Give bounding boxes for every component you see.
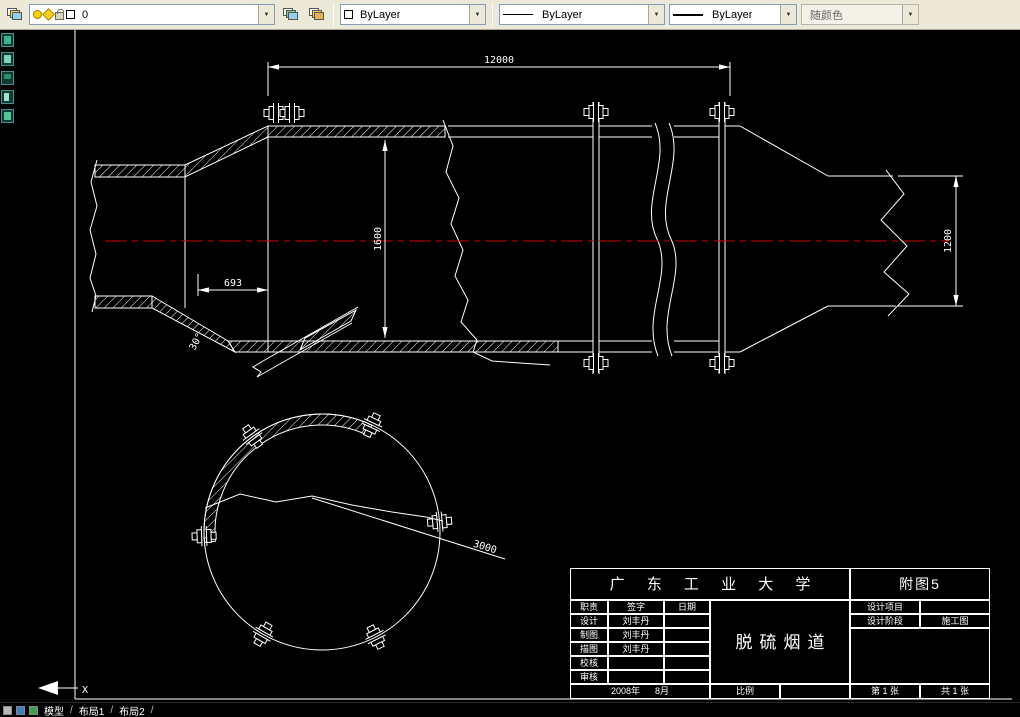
title-block-university: 广 东 工 业 大 学 [570,568,850,600]
sheet-number: 第 1 张 [850,684,920,699]
lineweight-combo[interactable]: ByLayer ▼ [669,4,797,25]
ucs-x-label: X [82,685,88,696]
tab-scroll-icon[interactable] [3,705,12,715]
color-swatch [344,10,353,19]
cone-flange-bolts [263,102,305,124]
layer-lock-icon [55,9,64,20]
layer-properties-icon[interactable] [3,4,25,26]
row-role: 审核 [570,670,608,684]
make-object-layer-current-icon[interactable] [279,4,301,26]
dim-inlet-length: 693 [224,278,242,289]
layout-tab-bar: 模型 / 布局1 / 布局2 / [0,702,1020,717]
toolbar-separator [492,3,493,26]
tab-layout2[interactable]: 布局2 [117,703,147,717]
project-value [920,600,990,614]
sheet-total: 共 1 张 [920,684,990,699]
row-date [664,656,710,670]
layers-back-icon [308,8,324,21]
stage-label: 设计阶段 [850,614,920,628]
row-name [608,670,664,684]
layer-combo-dropdown-arrow[interactable]: ▼ [258,5,274,24]
row-name: 刘丰丹 [608,614,664,628]
plotstyle-value: 随颜色 [810,9,843,22]
lineweight-value: ByLayer [712,8,753,21]
docked-tool-icon[interactable] [1,109,14,123]
flange-joint [709,101,735,374]
layer-previous-icon[interactable] [305,4,327,26]
col-role-header: 职责 [570,600,608,614]
model-space-icon[interactable] [16,705,25,715]
title-block-figure-no: 附图5 [850,568,990,600]
row-date [664,614,710,628]
drawing-canvas[interactable]: 12000 693 1600 1200 30° 3000 X 广 东 工 业 大… [0,30,1020,702]
dim-section-radius: 3000 [472,539,498,557]
layer-name: 0 [82,8,89,21]
dim-total-length: 12000 [484,55,514,66]
paper-space-icon[interactable] [29,705,38,715]
row-role: 描图 [570,642,608,656]
row-date [664,670,710,684]
tab-layout1[interactable]: 布局1 [77,703,107,717]
layer-combo[interactable]: 0 ▼ [29,4,275,25]
scale-label: 比例 [710,684,780,699]
project-label: 设计项目 [850,600,920,614]
layer-color-swatch [66,10,75,19]
row-role: 设计 [570,614,608,628]
row-name: 刘丰丹 [608,642,664,656]
color-combo[interactable]: ByLayer ▼ [340,4,486,25]
docked-tool-icon[interactable] [1,52,14,66]
tab-model[interactable]: 模型 [42,703,66,717]
docked-toolbar [1,33,14,123]
ucs-icon: X [38,681,88,696]
bolt-icon [583,352,609,374]
drawing-title: 脱硫烟道 [710,600,850,684]
stage-value: 施工图 [920,614,990,628]
title-block-date: 2008年 8月 [570,684,710,699]
layers-arrow-icon [282,8,298,21]
plotstyle-combo: 随颜色 ▼ [801,4,919,25]
docked-tool-icon[interactable] [1,33,14,47]
col-sign-header: 签字 [608,600,664,614]
duct-section-view [191,409,453,653]
layer-on-bulb-icon [33,10,42,19]
bolt-icon [709,101,735,123]
row-name [608,656,664,670]
docked-tool-icon[interactable] [1,90,14,104]
color-combo-dropdown-arrow[interactable]: ▼ [469,5,485,24]
linetype-value: ByLayer [542,8,583,21]
row-name: 刘丰丹 [608,628,664,642]
linetype-combo-dropdown-arrow[interactable]: ▼ [648,5,664,24]
col-date-header: 日期 [664,600,710,614]
bolt-icon [709,352,735,374]
flange-joint [583,101,609,374]
lineweight-combo-dropdown-arrow[interactable]: ▼ [780,5,796,24]
row-role: 校核 [570,656,608,670]
duct-side-view [89,101,950,378]
plotstyle-combo-dropdown-arrow: ▼ [902,5,918,24]
top-toolbar: 0 ▼ ByLayer ▼ ByLayer ▼ ByLayer ▼ 随颜色 ▼ [0,0,1020,30]
docked-tool-icon[interactable] [1,71,14,85]
scale-value [780,684,850,699]
title-block: 广 东 工 业 大 学 附图5 职责 签字 日期 设计 刘丰丹 制图 刘丰丹 描… [570,568,990,699]
right-empty-cell [850,628,990,684]
row-date [664,642,710,656]
color-value: ByLayer [360,8,401,21]
dim-outlet-diameter: 1200 [943,229,954,253]
layers-icon [6,8,22,21]
layer-freeze-sun-icon [42,8,55,21]
bolt-icon [583,101,609,123]
bolt-icon [279,102,305,124]
toolbar-separator [333,3,334,26]
dim-duct-diameter: 1600 [373,227,384,251]
lineweight-sample-icon [673,13,703,16]
linetype-combo[interactable]: ByLayer ▼ [499,4,665,25]
row-date [664,628,710,642]
row-role: 制图 [570,628,608,642]
linetype-sample-icon [503,14,533,15]
